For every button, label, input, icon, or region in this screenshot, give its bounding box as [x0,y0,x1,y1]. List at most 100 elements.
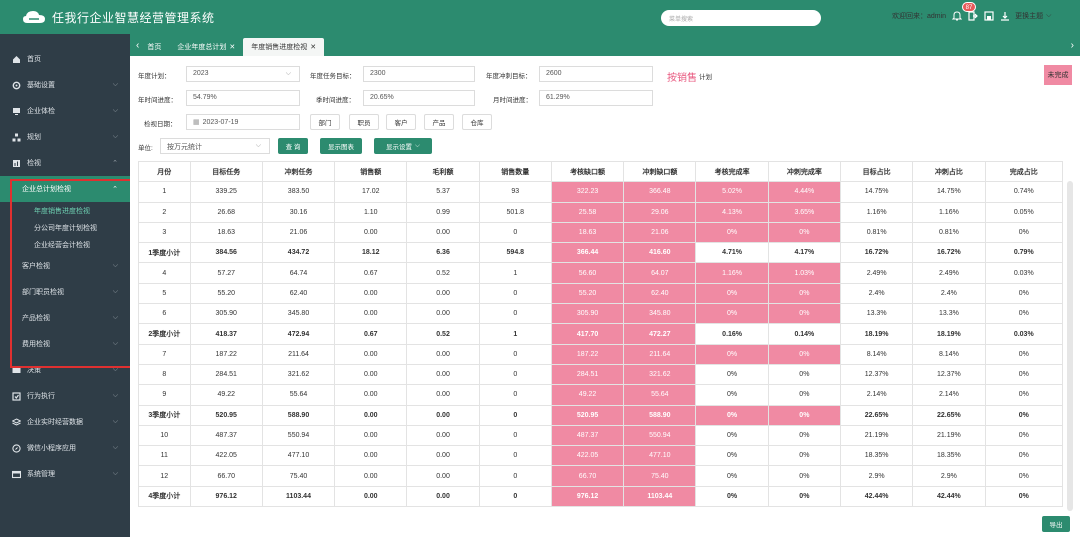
table-cell: 64.74 [261,262,336,284]
table-cell: 18.19% [912,323,986,345]
close-icon[interactable]: ✕ [229,43,235,51]
table-cell: 501.8 [478,201,552,223]
sprint-target-input[interactable]: 2600 [539,66,653,82]
table-cell: 2.14% [839,384,914,406]
customer-button[interactable]: 客户 [386,114,416,130]
sidebar-item-review[interactable]: 检视 ⌃ [0,150,130,176]
table-cell: 14.75% [912,181,986,203]
table-cell: 0 [478,303,552,325]
table-cell: 8 [138,363,191,386]
bell-icon[interactable] [951,11,963,21]
tab-home[interactable]: 首页 [139,38,169,56]
unit-value: 按万元统计 [167,144,202,151]
table-cell: 0.00 [334,465,408,487]
app-logo[interactable]: 任我行企业智慧经营管理系统 [22,9,215,26]
staff-button[interactable]: 职员 [349,114,379,130]
theme-switch[interactable]: 更换主题 [1015,11,1043,21]
table-cell: 5.02% [695,181,769,203]
tab-annual-sales-review[interactable]: 年度销售进度检视 ✕ [243,38,325,56]
table-cell: 0.00 [334,384,408,406]
table-header-row: 月份 目标任务 冲刺任务 销售额 毛利额 销售数量 考核缺口额 冲刺缺口额 考核完成率 冲刺完成率… [138,160,1064,183]
table-cell: 12.37% [912,363,986,386]
export-button[interactable]: 导出 [1042,516,1070,532]
table-cell: 0% [695,424,769,447]
sidebar-item-wechat[interactable]: 微信小程序应用 ⌵ [0,435,130,461]
table-cell: 13.3% [912,303,986,325]
close-icon[interactable]: ✕ [310,43,316,51]
display-settings-button[interactable]: 显示设置 ⌵ [374,138,432,154]
review-date-input[interactable]: ▦ 2023-07-19 [186,114,300,130]
table-row: 12 66.70 75.40 0.00 0.00 0 66.70 75.40 0% 0% 2.9% 2… [138,465,1064,487]
table-cell: 0% [984,303,1064,325]
chevron-up-icon: ⌃ [112,160,118,167]
warehouse-button[interactable]: 仓库 [462,114,492,130]
sidebar-item-system[interactable]: 系统管理 ⌵ [0,461,130,487]
table-cell: 0% [767,384,842,406]
vertical-scrollbar[interactable] [1067,181,1073,511]
chevron-down-icon: ⌵ [112,418,118,425]
table-cell: 0 [478,343,552,365]
unit-select[interactable]: 按万元统计 ⌵ [160,138,270,154]
task-label: 年度任务目标： [310,73,356,80]
table-cell: 18.35% [839,445,914,467]
dept-button[interactable]: 部门 [310,114,340,130]
theme-icon[interactable] [1000,11,1010,21]
table-cell: 0.81% [839,221,914,244]
task-target-input[interactable]: 2300 [363,66,475,82]
table-cell: 0.79% [984,242,1064,264]
table-cell: 0 [478,221,552,244]
column-header: 冲刺任务 [261,160,336,183]
table-cell: 0% [984,465,1064,487]
chevron-down-icon: ⌵ [112,133,118,140]
table-cell: 976.12 [550,485,625,508]
sidebar-item-home[interactable]: 首页 [0,46,130,72]
monitor-icon [12,107,21,116]
sidebar-item-execution[interactable]: 行为执行 ⌵ [0,383,130,409]
query-button[interactable]: 查 询 [278,138,308,154]
by-sales-link[interactable]: 按销售 [667,69,697,84]
table-cell: 26.68 [189,201,263,223]
sitemap-icon [12,133,21,142]
product-button[interactable]: 产品 [424,114,454,130]
table-cell: 0% [695,465,769,487]
table-cell: 1 [138,181,191,203]
sidebar-item-realtime-data[interactable]: 企业实时经营数据 ⌵ [0,409,130,435]
table-cell: 5 [138,282,191,305]
table-cell: 0.00 [406,424,480,447]
table-cell: 0 [478,485,552,508]
save-icon[interactable] [984,11,994,21]
app-title: 任我行企业智慧经营管理系统 [52,10,215,25]
year-select[interactable]: 2023 ⌵ [186,66,300,82]
table-cell: 11 [138,445,191,467]
tab-annual-plan[interactable]: 企业年度总计划 ✕ [169,38,243,56]
sidebar-item-checkup[interactable]: 企业体检 ⌵ [0,98,130,124]
table-cell: 18.35% [912,445,986,467]
table-cell: 0% [695,485,769,508]
table-cell: 0% [695,404,769,426]
table-cell: 13.3% [839,303,914,325]
logout-icon[interactable] [968,11,978,21]
menu-search-input[interactable]: 菜单搜索 [661,10,821,26]
table-cell: 0 [478,363,552,386]
table-row: 8 284.51 321.62 0.00 0.00 0 284.51 321.62 0% 0% 12… [138,363,1064,386]
table-cell: 422.05 [550,445,625,467]
sidebar-item-planning[interactable]: 规划 ⌵ [0,124,130,150]
table-cell: 0% [984,343,1064,365]
table-cell: 18.63 [189,221,263,244]
table-cell: 0.03% [984,323,1064,345]
sidebar-item-basic-settings[interactable]: 基础设置 ⌵ [0,72,130,98]
table-cell: 0.00 [334,343,408,365]
table-cell: 1 [478,262,552,284]
table-cell: 56.60 [550,262,625,284]
chevron-down-icon[interactable]: ⌵ [1046,12,1051,20]
sidebar-item-label: 基础设置 [27,82,55,89]
sprint-label: 年度冲刺目标： [486,73,532,80]
chevron-down-icon: ⌵ [285,70,291,77]
table-cell: 21.19% [912,424,986,447]
table-cell: 0% [984,445,1064,467]
sidebar-item-label: 企业体检 [27,108,55,115]
chevron-right-icon[interactable]: › [1071,40,1074,51]
show-chart-button[interactable]: 显示图表 [320,138,362,154]
table-cell: 1.16% [695,262,769,284]
highlight-box [10,179,132,368]
